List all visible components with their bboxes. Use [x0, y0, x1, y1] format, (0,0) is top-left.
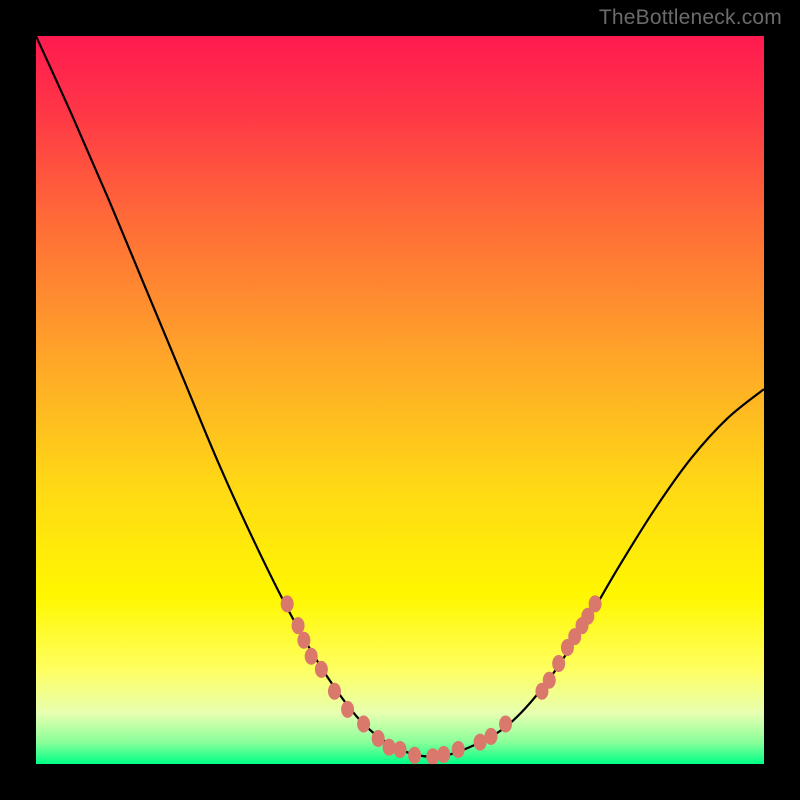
marker-dot — [292, 617, 305, 634]
marker-dot — [499, 715, 512, 732]
marker-dot — [328, 683, 341, 700]
marker-dot — [297, 632, 310, 649]
marker-dot — [485, 728, 498, 745]
chart-svg — [36, 36, 764, 764]
marker-dot — [543, 672, 556, 689]
marker-dot — [394, 741, 407, 758]
marker-dot — [372, 730, 385, 747]
marker-dot — [383, 739, 396, 756]
marker-dot — [315, 661, 328, 678]
marker-dot — [305, 648, 318, 665]
marker-dot — [357, 715, 370, 732]
chart-frame — [36, 36, 764, 764]
marker-dot — [552, 655, 565, 672]
marker-dot — [408, 747, 421, 764]
marker-dot — [281, 595, 294, 612]
chart-background — [36, 36, 764, 764]
marker-dot — [589, 595, 602, 612]
watermark-text: TheBottleneck.com — [599, 6, 782, 30]
marker-dot — [341, 701, 354, 718]
marker-dot — [437, 746, 450, 763]
marker-dot — [452, 741, 465, 758]
